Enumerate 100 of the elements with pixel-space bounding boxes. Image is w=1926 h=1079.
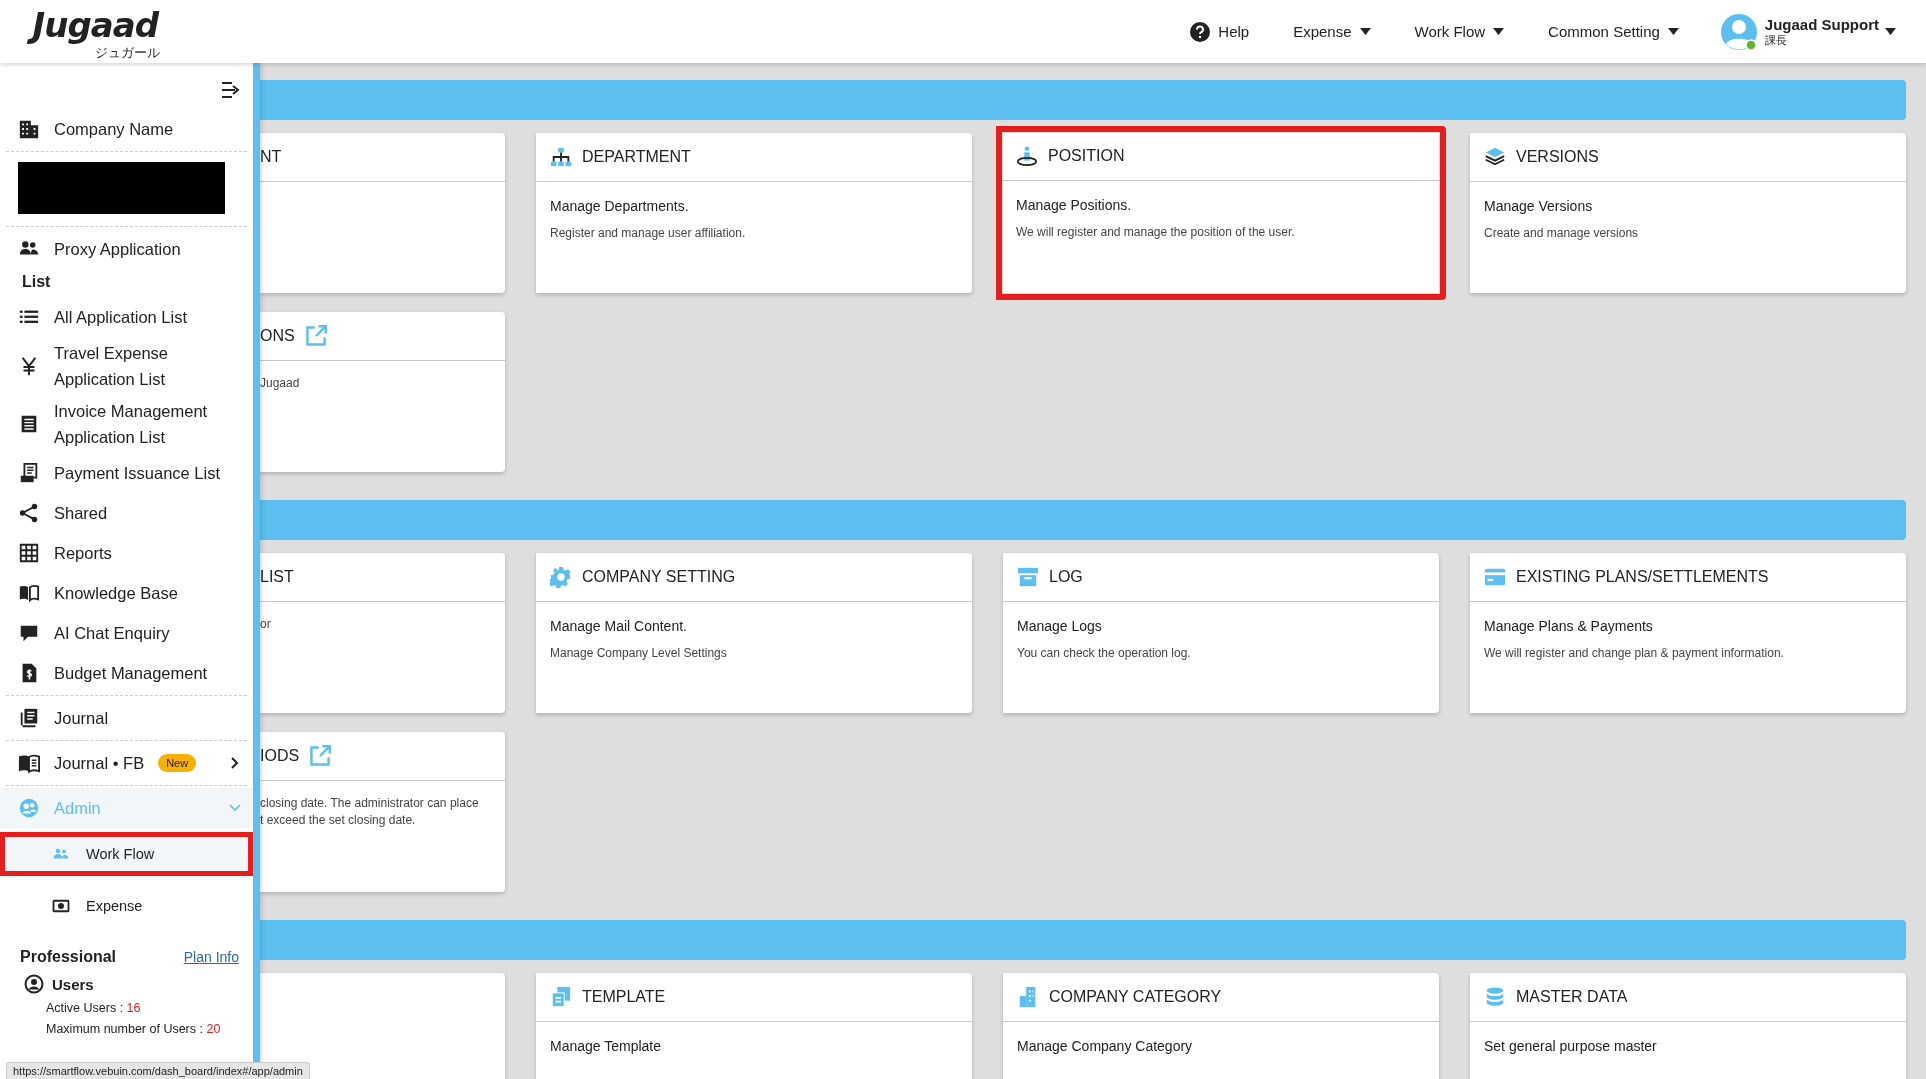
- card-title: MASTER DATA: [1516, 988, 1628, 1006]
- card-heading: Manage Versions: [1484, 198, 1594, 214]
- company-item[interactable]: Company Name: [0, 109, 253, 149]
- card-description: or: [260, 616, 272, 633]
- avatar-icon: [1718, 11, 1759, 52]
- card-title: VERSIONS: [1516, 148, 1599, 166]
- submenu-item[interactable]: Expense: [0, 884, 253, 928]
- sidebar-item[interactable]: All Application List: [0, 297, 253, 337]
- caret-icon: [1885, 28, 1896, 35]
- menu-item-icon: [18, 462, 40, 484]
- card-description: Manage Company Level Settings: [550, 645, 728, 662]
- card-icon: [550, 146, 572, 168]
- caret-icon: [1359, 28, 1371, 35]
- user-stat: Maximum number of Users : 20: [45, 1021, 222, 1038]
- card-icon: [1017, 566, 1039, 588]
- card-heading: Manage Departments.: [550, 198, 690, 214]
- card-icon: [550, 566, 572, 588]
- sidebar-item[interactable]: Proxy Application: [0, 229, 253, 269]
- plan-name: Professional: [20, 948, 117, 966]
- sidebar-item[interactable]: Knowledge Base: [0, 573, 253, 613]
- card-title: EXISTING PLANS/SETTLEMENTS: [1516, 568, 1769, 586]
- card-description: You can check the operation log.: [1017, 645, 1192, 662]
- users-title: Users: [52, 975, 94, 993]
- card-icon: [550, 986, 572, 1008]
- menu-item-icon: [18, 542, 40, 564]
- card-icon: [1484, 146, 1506, 168]
- settings-card[interactable]: EXISTING PLANS/SETTLEMENTS Manage Plans & Payments We will register and change plan & payment information.: [1470, 553, 1906, 713]
- building-icon: [18, 118, 40, 140]
- card-icon: [1484, 986, 1506, 1008]
- settings-card[interactable]: MASTER DATA Set general purpose master: [1470, 973, 1906, 1079]
- card-heading: Manage Logs: [1017, 618, 1103, 634]
- card-description: We will register and manage the position of the user.: [1016, 224, 1296, 241]
- sidebar-item[interactable]: Budget Management: [0, 653, 253, 693]
- settings-card[interactable]: LIST or: [260, 553, 505, 713]
- sidebar-item[interactable]: Shared: [0, 493, 253, 533]
- card-icon: [1016, 145, 1038, 167]
- settings-card[interactable]: IODS closing date. The administrator can place t exceed the set closing date.: [260, 732, 505, 892]
- card-description: Register and manage user affiliation.: [550, 225, 747, 242]
- external-link-icon[interactable]: [309, 745, 332, 767]
- user-icon: [24, 974, 44, 994]
- card-description: Create and manage versions: [1484, 225, 1640, 242]
- card-title: ONS: [260, 327, 295, 345]
- menu-item-icon: [18, 752, 40, 774]
- user-menu[interactable]: Jugaad Support 課長: [1718, 11, 1896, 52]
- card-description: We will register and change plan & payment information.: [1484, 645, 1785, 662]
- card-heading: Set general purpose master: [1484, 1038, 1658, 1054]
- card-description: Jugaad: [260, 375, 301, 392]
- external-link-icon[interactable]: [304, 325, 327, 347]
- nav-menu[interactable]: Expense: [1289, 19, 1375, 44]
- settings-card[interactable]: TEMPLATE Manage Template: [536, 973, 972, 1079]
- card-heading: Manage Plans & Payments: [1484, 618, 1654, 634]
- menu-item-icon: [18, 502, 40, 524]
- settings-card[interactable]: NT: [260, 133, 505, 293]
- caret-icon: [1493, 28, 1505, 35]
- settings-card[interactable]: VERSIONS Manage Versions Create and manage versions: [1470, 133, 1906, 293]
- card-title: LIST: [260, 568, 294, 586]
- card-icon: [1484, 566, 1506, 588]
- sidebar-item[interactable]: Journal: [0, 698, 253, 738]
- logo[interactable]: Jugaad: [28, 3, 172, 46]
- settings-card[interactable]: DEPARTMENT Manage Departments. Register and manage user affiliation.: [536, 133, 972, 293]
- card-title: IODS: [260, 747, 300, 765]
- submenu-item[interactable]: Work Flow: [0, 832, 253, 876]
- menu-item-icon: [18, 707, 40, 729]
- caret-icon: [1667, 28, 1679, 35]
- card-title: POSITION: [1048, 147, 1125, 165]
- settings-card[interactable]: ONS Jugaad: [260, 312, 505, 472]
- sidebar-item[interactable]: Payment Issuance List: [0, 453, 253, 493]
- settings-card[interactable]: COMPANY SETTING Manage Mail Content. Manage Company Level Settings: [536, 553, 972, 713]
- plan-info-link[interactable]: Plan Info: [183, 949, 239, 965]
- settings-card[interactable]: COMPANY CATEGORY Manage Company Category: [1003, 973, 1439, 1079]
- card-title: TEMPLATE: [582, 988, 666, 1006]
- card-title: DEPARTMENT: [582, 148, 691, 166]
- nav-menu[interactable]: Work Flow: [1410, 19, 1509, 44]
- people-icon: [18, 797, 40, 819]
- card-heading: Manage Company Category: [1017, 1038, 1194, 1054]
- sidebar-item[interactable]: AI Chat Enquiry: [0, 613, 253, 653]
- new-badge: New: [158, 754, 197, 772]
- banknote-icon: [52, 897, 70, 915]
- card-title: LOG: [1049, 568, 1083, 586]
- sidebar-item[interactable]: Travel Expense Application List: [0, 337, 253, 395]
- chevron-down-icon: [229, 802, 241, 814]
- sidebar-item[interactable]: Journal • FB New: [0, 743, 253, 783]
- settings-card[interactable]: POSITION Manage Positions. We will register and manage the position of the user.: [996, 126, 1446, 300]
- status-url: https://smartflow.vebuin.com/dash_board/index#/app/admin: [6, 1062, 310, 1079]
- settings-card[interactable]: LOG Manage Logs You can check the operation log.: [1003, 553, 1439, 713]
- collapse-menu-icon[interactable]: [221, 81, 241, 99]
- help-icon: [1190, 21, 1211, 42]
- section-heading: List: [21, 272, 52, 292]
- card-title: COMPANY CATEGORY: [1049, 988, 1222, 1006]
- card-title: NT: [260, 148, 282, 166]
- card-heading: Manage Template: [550, 1038, 663, 1054]
- sidebar-item[interactable]: Reports: [0, 533, 253, 573]
- nav-menu[interactable]: Common Setting: [1544, 19, 1683, 44]
- user-stat: Active Users : 16: [45, 1000, 142, 1017]
- help-link[interactable]: Help: [1186, 17, 1254, 46]
- card-description: closing date. The administrator can place t exceed the set closing date.: [260, 795, 480, 829]
- card-heading: Manage Positions.: [1016, 197, 1133, 213]
- logo-subtitle: ジュガール: [95, 45, 160, 60]
- sidebar-item[interactable]: Invoice Management Application List: [0, 395, 253, 453]
- card-title: COMPANY SETTING: [582, 568, 736, 586]
